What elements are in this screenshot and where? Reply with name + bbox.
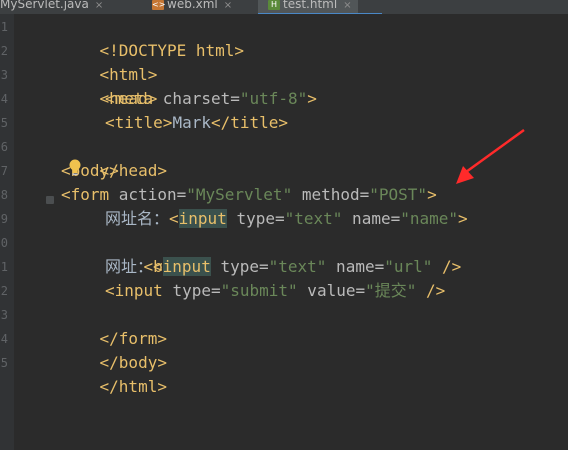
code-line-6: </head>: [61, 135, 167, 180]
line-number: 7: [0, 164, 8, 178]
attr-token: type=: [226, 209, 285, 228]
line-number: 5: [0, 356, 8, 370]
code-line-9: 网址名：<input type="text" name="name">: [105, 207, 468, 231]
tag-token: <: [169, 209, 179, 228]
code-line-2: <html>: [61, 39, 158, 84]
attr-token: name=: [326, 257, 385, 276]
close-icon[interactable]: ×: [224, 0, 232, 11]
attr-token: action=: [118, 185, 187, 204]
tag-token: <: [153, 257, 163, 276]
tab-myservlet-java[interactable]: MyServlet.java ×: [0, 0, 103, 14]
string-token: "url": [384, 257, 433, 276]
tag-token: >: [458, 209, 468, 228]
xml-file-icon: <>: [152, 0, 166, 10]
line-number: 2: [0, 44, 8, 58]
tab-test-html[interactable]: Htest.html ×: [258, 0, 358, 14]
text-token: Mark: [172, 113, 211, 132]
string-token: "name": [400, 209, 459, 228]
string-token: "text": [284, 209, 343, 228]
line-number: 8: [0, 188, 8, 202]
string-token: "MyServlet": [186, 185, 293, 204]
string-token: "utf-8": [239, 89, 308, 108]
code-line-4: <meta charset="utf-8">: [105, 87, 317, 111]
tag-token: <meta: [105, 89, 163, 108]
tag-token-highlighted: input: [162, 257, 211, 276]
code-line-10: <br />: [105, 231, 202, 276]
attr-token: name=: [342, 209, 401, 228]
line-number: 5: [0, 116, 8, 130]
line-number: 3: [0, 68, 8, 82]
string-token: "POST": [369, 185, 428, 204]
code-line-1: <!DOCTYPE html>: [61, 15, 245, 60]
code-line-7: < body>: [61, 159, 119, 183]
string-token: "text": [268, 257, 327, 276]
code-line-11: 网址：<input type="text" name="url" />: [105, 255, 461, 279]
attr-token: value=: [297, 281, 366, 300]
code-line-8: <form action="MyServlet" method="POST">: [61, 183, 437, 207]
close-icon[interactable]: ×: [343, 0, 351, 11]
attr-token: type=: [210, 257, 269, 276]
tag-token: />: [416, 281, 446, 300]
code-editor[interactable]: 1 2 3 4 5 6 7 8 9 0 1 2 3 4 5 <!DOCTYPE …: [0, 14, 568, 450]
code-line-3: <head>: [61, 63, 158, 108]
text-token: 网址名：: [105, 209, 170, 228]
code-line-13: </form>: [61, 303, 167, 348]
line-number: 1: [0, 260, 8, 274]
tag-token: <title>: [105, 113, 173, 132]
red-arrow-icon: [456, 128, 525, 184]
tag-token: >: [307, 89, 317, 108]
fold-marker[interactable]: [46, 196, 54, 204]
line-number: 4: [0, 92, 8, 106]
editor-tab-bar: MyServlet.java × <> web.xml × Htest.html ×: [0, 0, 568, 14]
tag-token: <form: [61, 185, 119, 204]
tag-token-highlighted: input: [178, 209, 227, 228]
code-line-12: <input type="submit" value="提交" />: [105, 279, 445, 303]
attr-token: method=: [292, 185, 370, 204]
line-number: 4: [0, 332, 8, 346]
close-icon[interactable]: ×: [95, 0, 103, 11]
line-number: 1: [0, 20, 8, 34]
tab-label: MyServlet.java: [0, 0, 89, 11]
tag-token: <input: [105, 281, 173, 300]
tab-label: test.html: [283, 0, 338, 11]
tag-token: >: [427, 185, 437, 204]
line-number: 0: [0, 236, 8, 250]
tab-label: web.xml: [167, 0, 218, 11]
attr-token: type=: [172, 281, 221, 300]
tag-token: </title>: [210, 113, 289, 132]
tab-web-xml[interactable]: <> web.xml ×: [152, 0, 232, 14]
tag-token: />: [432, 257, 462, 276]
line-number: 6: [0, 140, 8, 154]
code-line-5: <title>Mark</title>: [105, 111, 288, 135]
line-number: 3: [0, 308, 8, 322]
html-file-icon: H: [268, 0, 280, 10]
string-token: "submit": [220, 281, 298, 300]
tag-token: </html>: [99, 377, 167, 396]
attr-token: charset=: [162, 89, 240, 108]
code-line-14: </body>: [61, 327, 167, 372]
string-token: "提交": [365, 281, 417, 300]
line-number: 9: [0, 212, 8, 226]
text-token: 网址：: [105, 257, 154, 276]
code-line-15: </html>: [61, 351, 167, 396]
line-number-gutter: 1 2 3 4 5 6 7 8 9 0 1 2 3 4 5: [0, 14, 14, 450]
line-number: 2: [0, 284, 8, 298]
